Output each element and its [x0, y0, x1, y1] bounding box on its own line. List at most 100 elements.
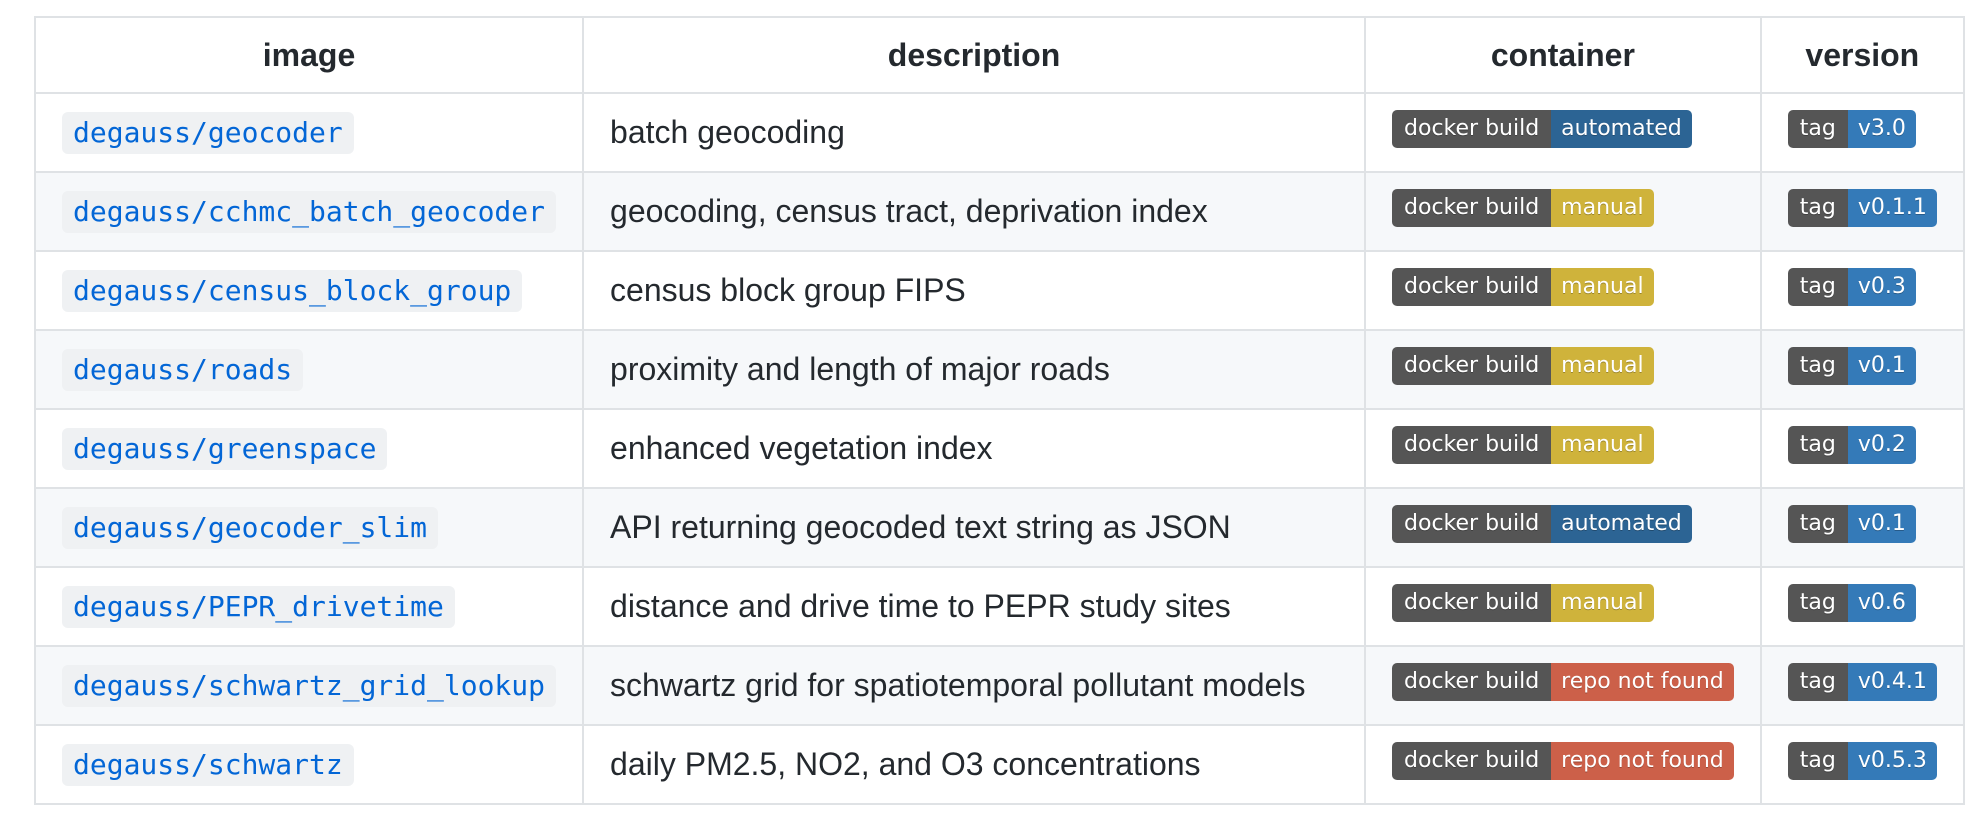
image-link[interactable]: degauss/schwartz: [62, 743, 354, 786]
table-header: image description container version: [33, 16, 1965, 94]
version-cell: tag v0.2: [1759, 408, 1965, 489]
container-cell: docker build manual: [1364, 408, 1762, 489]
badge-label: docker build: [1392, 110, 1552, 148]
image-cell: degauss/PEPR_drivetime: [33, 566, 585, 647]
description-cell: proximity and length of major roads: [582, 329, 1367, 410]
badge-label: docker build: [1392, 505, 1552, 543]
badge-version: v0.6: [1847, 584, 1916, 622]
badge-version: v0.1: [1847, 505, 1916, 543]
table-row: degauss/greenspace enhanced vegetation i…: [33, 408, 1965, 489]
badge-status: manual: [1551, 189, 1654, 227]
container-cell: docker build repo not found: [1364, 724, 1762, 805]
image-cell: degauss/roads: [33, 329, 585, 410]
tag-badge[interactable]: tag v0.1.1: [1787, 189, 1937, 227]
badge-version: v0.5.3: [1847, 742, 1937, 780]
badge-label: docker build: [1392, 347, 1552, 385]
container-cell: docker build repo not found: [1364, 645, 1762, 726]
table-row: degauss/schwartz_grid_lookup schwartz gr…: [33, 645, 1965, 726]
badge-label: tag: [1787, 189, 1848, 227]
description-cell: geocoding, census tract, deprivation ind…: [582, 171, 1367, 252]
container-cell: docker build manual: [1364, 566, 1762, 647]
image-cell: degauss/geocoder: [33, 92, 585, 173]
image-link[interactable]: degauss/roads: [62, 348, 304, 391]
container-cell: docker build automated: [1364, 92, 1762, 173]
badge-version: v0.1.1: [1847, 189, 1937, 227]
table-row: degauss/schwartz daily PM2.5, NO2, and O…: [33, 724, 1965, 805]
description-cell: schwartz grid for spatiotemporal polluta…: [582, 645, 1367, 726]
image-cell: degauss/schwartz_grid_lookup: [33, 645, 585, 726]
version-cell: tag v0.3: [1759, 250, 1965, 331]
tag-badge[interactable]: tag v0.6: [1787, 584, 1916, 622]
docker-build-badge[interactable]: docker build repo not found: [1392, 742, 1734, 780]
description-cell: census block group FIPS: [582, 250, 1367, 331]
image-cell: degauss/census_block_group: [33, 250, 585, 331]
table-row: degauss/geocoder batch geocoding docker …: [33, 92, 1965, 173]
image-link[interactable]: degauss/greenspace: [62, 427, 388, 470]
description-text: proximity and length of major roads: [610, 351, 1110, 387]
description-cell: batch geocoding: [582, 92, 1367, 173]
badge-version: v3.0: [1847, 110, 1916, 148]
description-cell: distance and drive time to PEPR study si…: [582, 566, 1367, 647]
badge-status: manual: [1551, 268, 1654, 306]
table-row: degauss/census_block_group census block …: [33, 250, 1965, 331]
badge-label: tag: [1787, 426, 1848, 464]
docker-build-badge[interactable]: docker build repo not found: [1392, 663, 1734, 701]
container-cell: docker build manual: [1364, 329, 1762, 410]
description-text: API returning geocoded text string as JS…: [610, 509, 1231, 545]
docker-build-badge[interactable]: docker build manual: [1392, 347, 1654, 385]
tag-badge[interactable]: tag v0.1: [1787, 347, 1916, 385]
header-version: version: [1759, 16, 1965, 94]
badge-version: v0.1: [1847, 347, 1916, 385]
description-text: distance and drive time to PEPR study si…: [610, 588, 1231, 624]
badge-label: tag: [1787, 505, 1848, 543]
docker-build-badge[interactable]: docker build manual: [1392, 426, 1654, 464]
header-image: image: [33, 16, 585, 94]
tag-badge[interactable]: tag v0.5.3: [1787, 742, 1937, 780]
badge-version: v0.3: [1847, 268, 1916, 306]
description-text: geocoding, census tract, deprivation ind…: [610, 193, 1208, 229]
docker-build-badge[interactable]: docker build manual: [1392, 584, 1654, 622]
description-cell: enhanced vegetation index: [582, 408, 1367, 489]
docker-build-badge[interactable]: docker build automated: [1392, 505, 1692, 543]
docker-build-badge[interactable]: docker build manual: [1392, 189, 1654, 227]
badge-label: tag: [1787, 742, 1848, 780]
version-cell: tag v0.4.1: [1759, 645, 1965, 726]
badge-label: tag: [1787, 347, 1848, 385]
version-cell: tag v0.1: [1759, 487, 1965, 568]
version-cell: tag v0.1: [1759, 329, 1965, 410]
container-cell: docker build manual: [1364, 250, 1762, 331]
description-text: daily PM2.5, NO2, and O3 concentrations: [610, 746, 1201, 782]
badge-label: docker build: [1392, 663, 1552, 701]
badge-label: docker build: [1392, 426, 1552, 464]
tag-badge[interactable]: tag v0.2: [1787, 426, 1916, 464]
images-table: image description container version dega…: [33, 16, 1965, 805]
tag-badge[interactable]: tag v0.1: [1787, 505, 1916, 543]
table-body: degauss/geocoder batch geocoding docker …: [33, 92, 1965, 805]
image-link[interactable]: degauss/geocoder: [62, 111, 354, 154]
image-link[interactable]: degauss/schwartz_grid_lookup: [62, 664, 557, 707]
table-row: degauss/geocoder_slim API returning geoc…: [33, 487, 1965, 568]
table-row: degauss/PEPR_drivetime distance and driv…: [33, 566, 1965, 647]
badge-status: manual: [1551, 426, 1654, 464]
description-text: batch geocoding: [610, 114, 845, 150]
docker-build-badge[interactable]: docker build manual: [1392, 268, 1654, 306]
badge-label: tag: [1787, 584, 1848, 622]
badge-label: tag: [1787, 268, 1848, 306]
docker-build-badge[interactable]: docker build automated: [1392, 110, 1692, 148]
description-cell: daily PM2.5, NO2, and O3 concentrations: [582, 724, 1367, 805]
table-row: degauss/roads proximity and length of ma…: [33, 329, 1965, 410]
description-text: enhanced vegetation index: [610, 430, 993, 466]
images-table-wrapper: image description container version dega…: [33, 16, 1965, 805]
badge-status: automated: [1551, 110, 1692, 148]
badge-label: tag: [1787, 110, 1848, 148]
image-link[interactable]: degauss/PEPR_drivetime: [62, 585, 455, 628]
image-link[interactable]: degauss/geocoder_slim: [62, 506, 439, 549]
description-cell: API returning geocoded text string as JS…: [582, 487, 1367, 568]
badge-version: v0.4.1: [1847, 663, 1937, 701]
tag-badge[interactable]: tag v0.3: [1787, 268, 1916, 306]
image-link[interactable]: degauss/census_block_group: [62, 269, 523, 312]
badge-status: automated: [1551, 505, 1692, 543]
tag-badge[interactable]: tag v0.4.1: [1787, 663, 1937, 701]
image-link[interactable]: degauss/cchmc_batch_geocoder: [62, 190, 557, 233]
tag-badge[interactable]: tag v3.0: [1787, 110, 1916, 148]
